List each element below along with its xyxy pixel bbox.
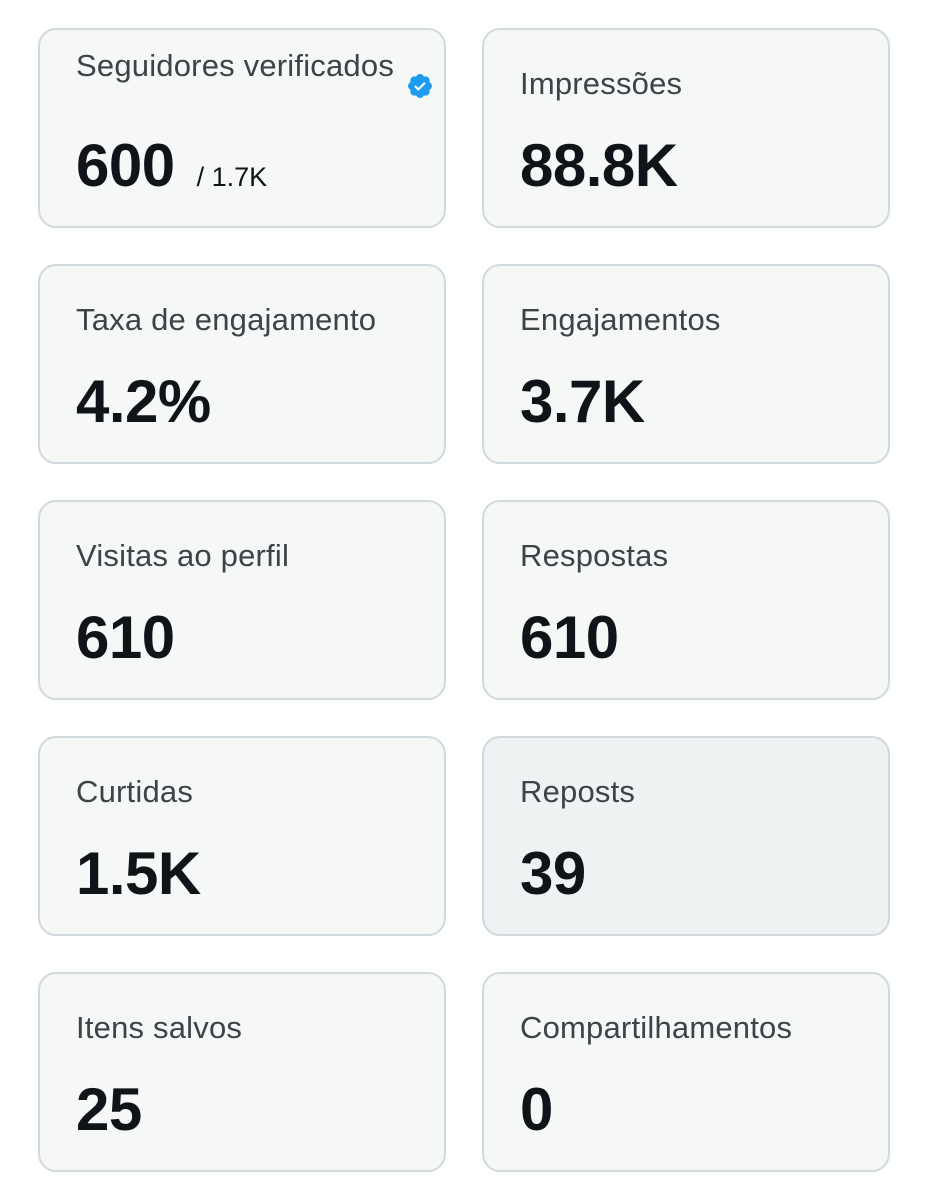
metric-label: Taxa de engajamento — [76, 302, 377, 337]
metric-label: Reposts — [520, 774, 636, 809]
metric-value: 39 — [520, 840, 586, 907]
metric-total: / 1.7K — [196, 162, 268, 192]
metric-value: 88.8K — [520, 132, 678, 199]
metric-value: 610 — [520, 604, 619, 671]
metric-card-shares[interactable]: Compartilhamentos 0 — [482, 972, 890, 1172]
metric-value: 1.5K — [76, 840, 201, 907]
verified-badge-icon — [408, 74, 432, 98]
metric-value: 4.2% — [76, 368, 211, 435]
metric-card-verified-followers[interactable]: Seguidores verificados 600 / 1.7K — [38, 28, 446, 228]
metric-card-likes[interactable]: Curtidas 1.5K — [38, 736, 446, 936]
metric-card-engagements[interactable]: Engajamentos 3.7K — [482, 264, 890, 464]
metric-value: 610 — [76, 604, 175, 671]
metric-label: Respostas — [520, 538, 669, 573]
metrics-grid: Seguidores verificados 600 / 1.7K Impres… — [38, 28, 890, 1172]
metric-value-row: 600 / 1.7K — [76, 132, 267, 200]
metric-card-impressions[interactable]: Impressões 88.8K — [482, 28, 890, 228]
metric-label: Compartilhamentos — [520, 1010, 793, 1045]
metric-value: 600 — [76, 132, 175, 199]
metric-card-engagement-rate[interactable]: Taxa de engajamento 4.2% — [38, 264, 446, 464]
metric-card-replies[interactable]: Respostas 610 — [482, 500, 890, 700]
metric-label: Visitas ao perfil — [76, 538, 290, 573]
metric-card-profile-visits[interactable]: Visitas ao perfil 610 — [38, 500, 446, 700]
metric-label: Impressões — [520, 66, 683, 101]
metric-label: Itens salvos — [76, 1010, 243, 1045]
metric-value: 25 — [76, 1076, 142, 1143]
metric-value: 3.7K — [520, 368, 645, 435]
metric-card-bookmarks[interactable]: Itens salvos 25 — [38, 972, 446, 1172]
metric-label: Seguidores verificados — [76, 48, 395, 83]
metric-value: 0 — [520, 1076, 553, 1143]
metric-card-reposts[interactable]: Reposts 39 — [482, 736, 890, 936]
metric-label: Curtidas — [76, 774, 194, 809]
metric-label: Engajamentos — [520, 302, 721, 337]
